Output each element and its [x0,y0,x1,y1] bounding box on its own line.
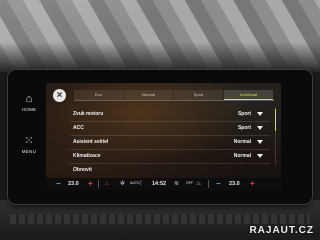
close-button[interactable]: × [53,89,66,102]
reset-label: Obnovit [73,167,92,173]
menu-label: MENU [21,149,37,154]
temp-right-minus-button[interactable]: − [216,178,221,190]
climate-status-bar: − 23.0 + ♨ ✲ AUTO ⁞ 14:52 ≋ OFF ♨ − 23.0… [46,178,281,190]
seat-heat-left-icon[interactable]: ♨ [104,178,109,190]
tab-normal[interactable]: Normal [124,90,173,100]
settings-screen: × Eco Normal Sport Individual Zvuk motor… [46,83,281,178]
setting-value: Sport [237,111,251,117]
drive-mode-tabs: Eco Normal Sport Individual [74,90,274,101]
setting-row-engine-sound[interactable]: Zvuk motoru Sport [70,108,270,122]
chevron-down-icon[interactable] [257,112,263,116]
setting-label: Klimatizace [73,153,101,159]
tab-individual[interactable]: Individual [224,90,273,100]
chevron-down-icon[interactable] [257,154,263,158]
home-icon: ⌂ [25,93,33,105]
setting-label: Zvuk motoru [73,111,104,117]
auto-label: AUTO [130,181,140,185]
chevron-down-icon[interactable] [257,126,263,130]
left-hardkey-rail: ⌂ HOME ⁙ MENU [8,74,48,180]
setting-value: Sport [237,125,251,131]
setting-label: Asistent světel [73,139,109,145]
close-icon: × [56,90,63,101]
temp-left-plus-button[interactable]: + [88,178,93,190]
chevron-down-icon[interactable] [257,140,263,144]
dashboard-trim-top [0,0,320,72]
setting-value: Normal [233,153,251,159]
off-label: OFF [186,181,193,185]
tab-sport[interactable]: Sport [174,90,223,100]
fan-speed-icon[interactable]: ⁞ [140,178,142,190]
setting-label: ACC [73,125,84,131]
divider [208,180,209,188]
setting-row-reset[interactable]: Obnovit [70,164,270,177]
scrollbar-thumb[interactable] [275,109,276,131]
temp-left-minus-button[interactable]: − [56,178,61,190]
fan-icon[interactable]: ✲ [120,178,125,190]
setting-row-light-assist[interactable]: Asistent světel Normal [70,136,270,150]
clock: 14:52 [152,181,167,187]
home-button[interactable]: ⌂ HOME [14,93,44,113]
temp-right-value: 23.0 [229,181,240,187]
setting-row-acc[interactable]: ACC Sport [70,122,270,136]
divider [98,180,99,188]
seat-heat-right-icon[interactable]: ♨ [196,178,201,190]
home-label: HOME [21,107,37,112]
setting-row-climate[interactable]: Klimatizace Normal [70,150,270,164]
menu-grid-icon: ⁙ [24,135,34,147]
tab-eco[interactable]: Eco [74,90,123,100]
watermark: RAJAUT.CZ [249,225,314,236]
setting-value: Normal [233,139,251,145]
menu-button[interactable]: ⁙ MENU [14,135,44,155]
temp-right-plus-button[interactable]: + [250,178,255,190]
settings-list: Zvuk motoru Sport ACC Sport Asistent svě… [70,108,270,177]
defrost-icon[interactable]: ≋ [174,178,179,190]
temp-left-value: 23.0 [68,181,79,187]
air-vent [10,214,310,224]
